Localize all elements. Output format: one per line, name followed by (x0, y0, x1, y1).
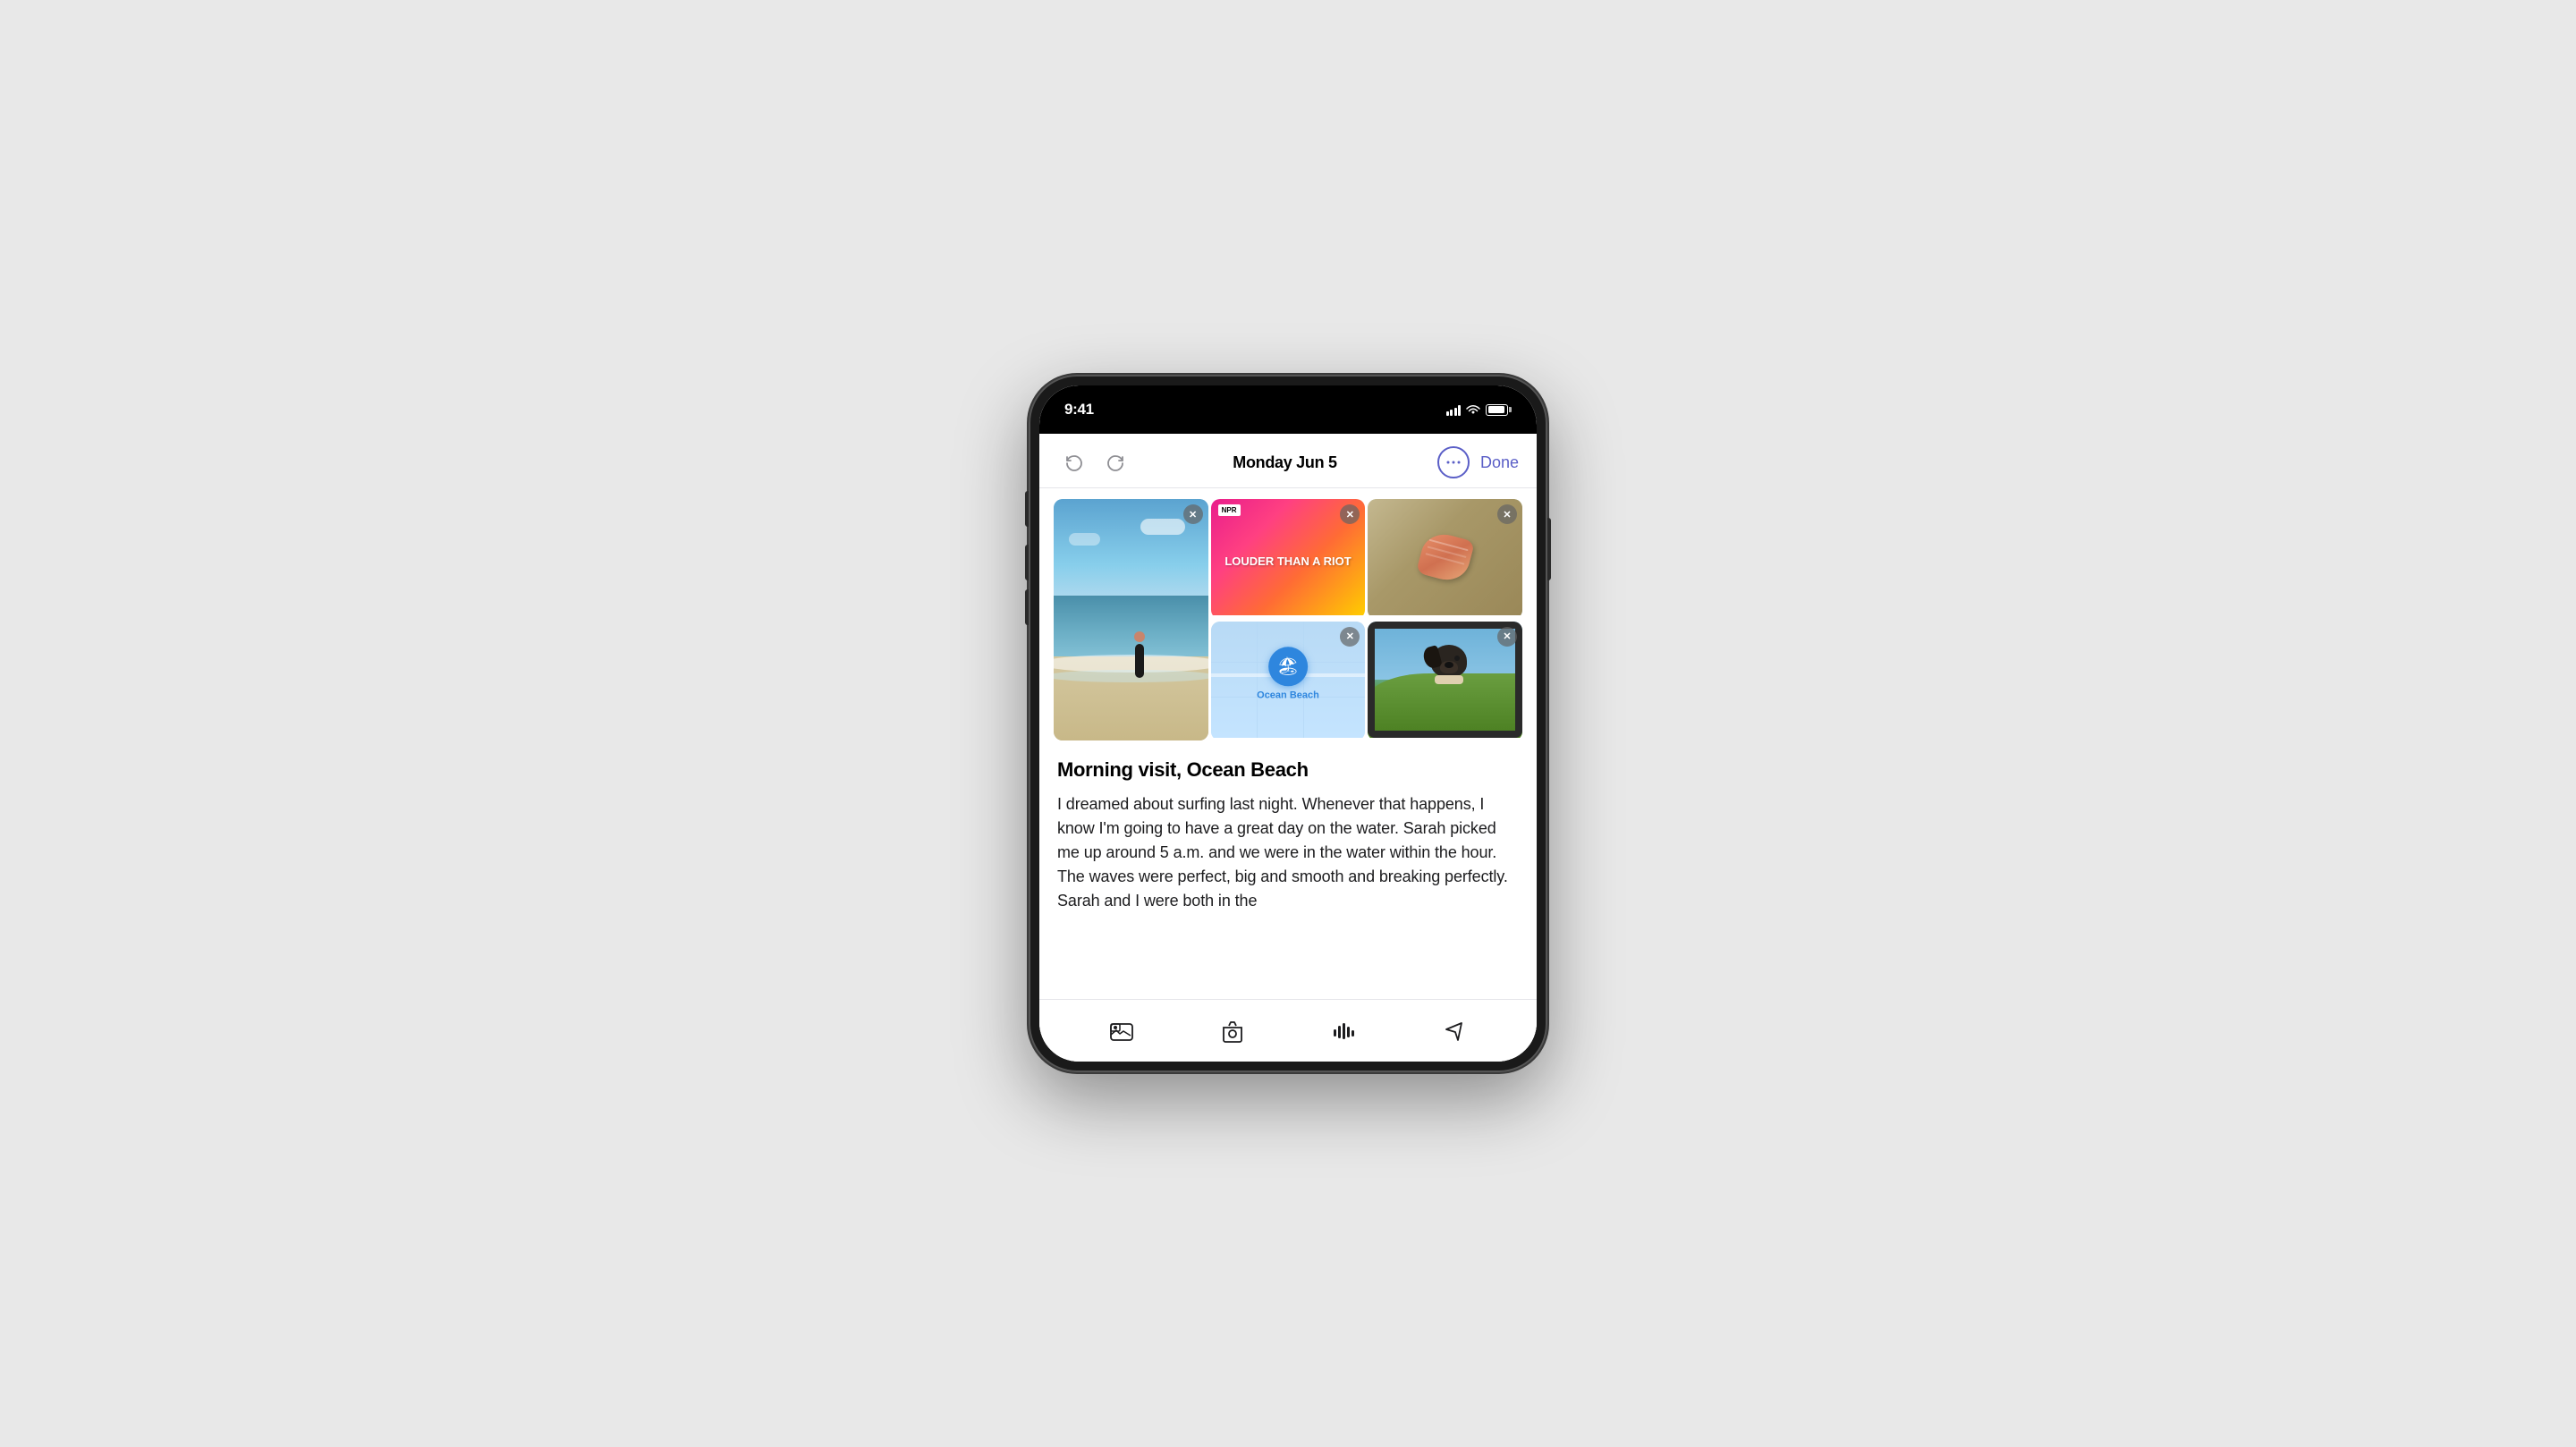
shell-photo-attachment: ✕ (1368, 499, 1522, 619)
dog-photo-close-button[interactable]: ✕ (1497, 627, 1517, 647)
done-button[interactable]: Done (1480, 453, 1519, 472)
nav-bar: Monday Jun 5 Done (1039, 434, 1537, 488)
battery-icon (1486, 404, 1512, 416)
nav-actions-right: Done (1437, 446, 1519, 478)
signal-bars-icon (1446, 403, 1462, 416)
signal-bar-1 (1446, 411, 1449, 416)
redo-button[interactable] (1100, 446, 1132, 478)
status-time: 9:41 (1064, 401, 1094, 419)
shell-photo-close-button[interactable]: ✕ (1497, 504, 1517, 524)
dynamic-island (1234, 396, 1342, 427)
entry-body[interactable]: I dreamed about surfing last night. When… (1057, 792, 1519, 913)
entry-content: Morning visit, Ocean Beach I dreamed abo… (1039, 751, 1537, 927)
map-location-text: Ocean Beach (1257, 690, 1319, 700)
bottom-toolbar (1039, 999, 1537, 1062)
camera-button[interactable] (1213, 1011, 1252, 1051)
signal-bar-2 (1450, 410, 1453, 416)
undo-button[interactable] (1057, 446, 1089, 478)
map-pin: 🏖 Ocean Beach (1257, 647, 1319, 701)
audio-button[interactable] (1324, 1011, 1363, 1051)
beach-photo-close-button[interactable]: ✕ (1183, 504, 1203, 524)
attachments-grid: ✕ NPR LOUDER THAN A RIOT ✕ (1039, 488, 1537, 751)
podcast-title: LOUDER THAN A RIOT (1224, 555, 1351, 568)
entry-title: Morning visit, Ocean Beach (1057, 758, 1519, 782)
podcast-attachment: NPR LOUDER THAN A RIOT ✕ (1211, 499, 1366, 619)
nav-title: Monday Jun 5 (1233, 453, 1336, 472)
beach-photo-image (1054, 499, 1208, 740)
more-button[interactable] (1437, 446, 1470, 478)
scene: 9:41 (1011, 362, 1565, 1086)
dog-photo-attachment: ✕ (1368, 622, 1522, 741)
wifi-icon (1466, 404, 1480, 415)
status-bar: 9:41 (1039, 385, 1537, 434)
map-pin-circle: 🏖 (1268, 647, 1308, 686)
location-button[interactable] (1435, 1011, 1474, 1051)
beach-photo-attachment: ✕ (1054, 499, 1208, 740)
status-icons (1446, 403, 1513, 416)
umbrella-beach-icon: 🏖 (1276, 655, 1299, 677)
signal-bar-4 (1458, 405, 1461, 416)
phone-screen: 9:41 (1039, 385, 1537, 1062)
scroll-content[interactable]: ✕ NPR LOUDER THAN A RIOT ✕ (1039, 488, 1537, 999)
app-content: Monday Jun 5 Done (1039, 434, 1537, 1062)
map-label: Ocean Beach (1257, 690, 1319, 701)
photo-library-button[interactable] (1102, 1011, 1141, 1051)
signal-bar-3 (1454, 408, 1457, 416)
map-close-button[interactable]: ✕ (1340, 627, 1360, 647)
nav-actions-left (1057, 446, 1132, 478)
map-attachment: 🏖 Ocean Beach ✕ (1211, 622, 1366, 741)
phone-shell: 9:41 (1029, 375, 1547, 1072)
podcast-logo: NPR (1218, 504, 1241, 516)
